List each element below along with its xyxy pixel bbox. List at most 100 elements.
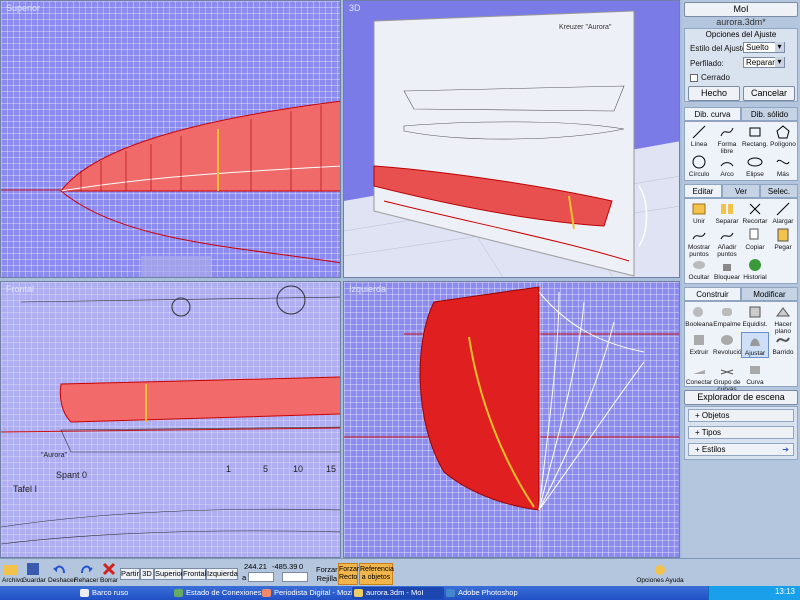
snap-straight-button[interactable]: Forzar Recto xyxy=(338,563,359,585)
coord-z: 0 xyxy=(299,562,304,571)
boolean-tool[interactable]: Booleana xyxy=(685,304,713,328)
planar-icon xyxy=(776,307,790,317)
cancel-button[interactable]: Cancelar xyxy=(743,86,795,101)
trim-tool[interactable]: Recortar xyxy=(741,201,769,225)
viewport-label[interactable]: Izquierda xyxy=(349,284,386,294)
viewport-left[interactable]: Izquierda xyxy=(343,281,680,558)
offset-tool[interactable]: Equidist. xyxy=(741,304,769,328)
revolve-tool[interactable]: Revolución xyxy=(713,332,745,356)
file-button[interactable]: Archivo xyxy=(2,561,24,584)
options-help-button[interactable]: Opciones Ayuda xyxy=(636,561,684,584)
tab-view[interactable]: Ver xyxy=(722,184,760,198)
curve-network-icon xyxy=(720,369,734,375)
task-barco[interactable]: Barco ruso xyxy=(78,587,170,599)
join-tool[interactable]: Unir xyxy=(685,201,713,225)
view-left-button[interactable]: Izquierda xyxy=(206,568,238,580)
app-menu-button[interactable]: MoI xyxy=(684,2,798,17)
objects-item[interactable]: + Objetos xyxy=(688,409,794,422)
task-moi[interactable]: aurora.3dm - MoI xyxy=(352,587,444,599)
view-3d-button[interactable]: 3D xyxy=(140,568,154,580)
viewport-front[interactable]: Frontal "Aurora" Spant 0 Tafel I 1 5 10 … xyxy=(0,281,341,558)
polygon-tool[interactable]: Polígono xyxy=(769,124,797,148)
save-button[interactable]: Guardar xyxy=(22,561,46,584)
sweep-tool[interactable]: Barrido xyxy=(769,332,797,356)
rectangle-tool[interactable]: Rectang. xyxy=(741,124,769,148)
arc-tool[interactable]: Arco xyxy=(713,154,741,178)
arc-icon xyxy=(720,162,734,167)
add-points-tool[interactable]: Añadir puntos xyxy=(713,227,741,258)
edit-tools: Unir Separar Recortar Alargar Mostrar pu… xyxy=(684,198,798,284)
sweep-icon xyxy=(776,337,790,343)
viewport-top[interactable]: Superior xyxy=(0,0,341,278)
planar-tool[interactable]: Hacer plano xyxy=(769,304,797,335)
tab-build[interactable]: Construir xyxy=(684,287,741,301)
more-tool[interactable]: Más xyxy=(769,154,797,178)
circle-icon xyxy=(692,155,706,169)
extend-tool[interactable]: Alargar xyxy=(769,201,797,225)
scene-browser-button[interactable]: Explorador de escena xyxy=(684,390,798,405)
task-mozilla[interactable]: Periodista Digital - Mozill... xyxy=(260,587,352,599)
task-connections[interactable]: Estado de Conexiones ... xyxy=(172,587,264,599)
system-tray: 13:13 xyxy=(708,586,800,600)
redo-button[interactable]: Rehacer xyxy=(74,561,99,584)
connect-tool[interactable]: Conectar xyxy=(685,362,713,386)
view-top-button[interactable]: Superior xyxy=(154,568,183,580)
view-front-button[interactable]: Frontal xyxy=(182,568,206,580)
ellipse-tool[interactable]: Elipse xyxy=(741,154,769,178)
object-snap-button[interactable]: Referencia a objetos xyxy=(359,563,394,585)
tab-draw-solid[interactable]: Dib. sólido xyxy=(741,107,798,121)
types-item[interactable]: + Tipos xyxy=(688,426,794,439)
boolean-icon xyxy=(693,307,703,317)
viewport-3d[interactable]: 3D Kreuzer "Aurora" xyxy=(343,0,680,278)
snap-grid-button[interactable]: Forzar Rejilla xyxy=(316,565,338,583)
hide-tool[interactable]: Ocultar xyxy=(685,257,713,281)
fit-tool[interactable]: Ajustar xyxy=(741,332,769,358)
delete-icon xyxy=(102,562,116,576)
lock-tool[interactable]: Bloquear xyxy=(713,257,741,281)
history-icon xyxy=(749,259,761,271)
viewport-label[interactable]: 3D xyxy=(349,3,361,13)
file-title: aurora.3dm* xyxy=(716,17,766,27)
view-split-button[interactable]: Partir xyxy=(120,568,140,580)
task-photoshop[interactable]: Adobe Photoshop xyxy=(444,587,536,599)
viewport-label[interactable]: Frontal xyxy=(6,284,34,294)
tafel-text: Tafel I xyxy=(13,484,37,494)
paste-tool[interactable]: Pegar xyxy=(769,227,797,251)
tab-select[interactable]: Selec. xyxy=(760,184,798,198)
distance-input[interactable] xyxy=(248,572,274,582)
tab-modify[interactable]: Modificar xyxy=(741,287,798,301)
circle-tool[interactable]: Círculo xyxy=(685,154,713,178)
show-points-tool[interactable]: Mostrar puntos xyxy=(685,227,713,258)
clock: 13:13 xyxy=(774,587,795,596)
done-button[interactable]: Hecho xyxy=(688,86,740,101)
freeform-tool[interactable]: Forma libre xyxy=(713,124,741,155)
closed-checkbox[interactable] xyxy=(690,74,698,82)
separate-tool[interactable]: Separar xyxy=(713,201,741,225)
line-tool[interactable]: Línea xyxy=(685,124,713,148)
angle-input[interactable] xyxy=(282,572,308,582)
more-icon xyxy=(776,159,790,165)
moi-window: Superior 3D Kreuzer "Aurora" Frontal "Au… xyxy=(0,0,800,600)
fillet-tool[interactable]: Empalme xyxy=(713,304,741,328)
profile-select[interactable]: Reparar xyxy=(743,57,785,68)
extrude-tool[interactable]: Extruir xyxy=(685,332,713,356)
tab-draw-curve[interactable]: Dib. curva xyxy=(684,107,741,121)
fit-style-select[interactable]: Suelto xyxy=(743,42,785,53)
scene-browser: + Objetos + Tipos + Estilos ➔ xyxy=(684,406,798,460)
styles-item[interactable]: + Estilos ➔ xyxy=(688,443,794,456)
add-points-icon xyxy=(720,232,734,240)
history-tool[interactable]: Historial xyxy=(741,257,769,281)
scale-2: 10 xyxy=(293,464,303,474)
tab-edit[interactable]: Editar xyxy=(684,184,722,198)
viewport-label[interactable]: Superior xyxy=(6,3,40,13)
undo-button[interactable]: Deshacer xyxy=(48,561,76,584)
coord-x: 244.21 xyxy=(244,562,267,571)
curve-network-tool[interactable]: Grupo de curvas xyxy=(713,362,741,393)
a-label: a xyxy=(242,573,247,582)
curve-tool[interactable]: Curva xyxy=(741,362,769,386)
delete-button[interactable]: Borrar xyxy=(100,561,118,584)
undo-icon xyxy=(53,565,65,574)
hide-icon xyxy=(693,261,705,269)
copy-tool[interactable]: Copiar xyxy=(741,227,769,251)
lock-icon xyxy=(723,264,731,271)
